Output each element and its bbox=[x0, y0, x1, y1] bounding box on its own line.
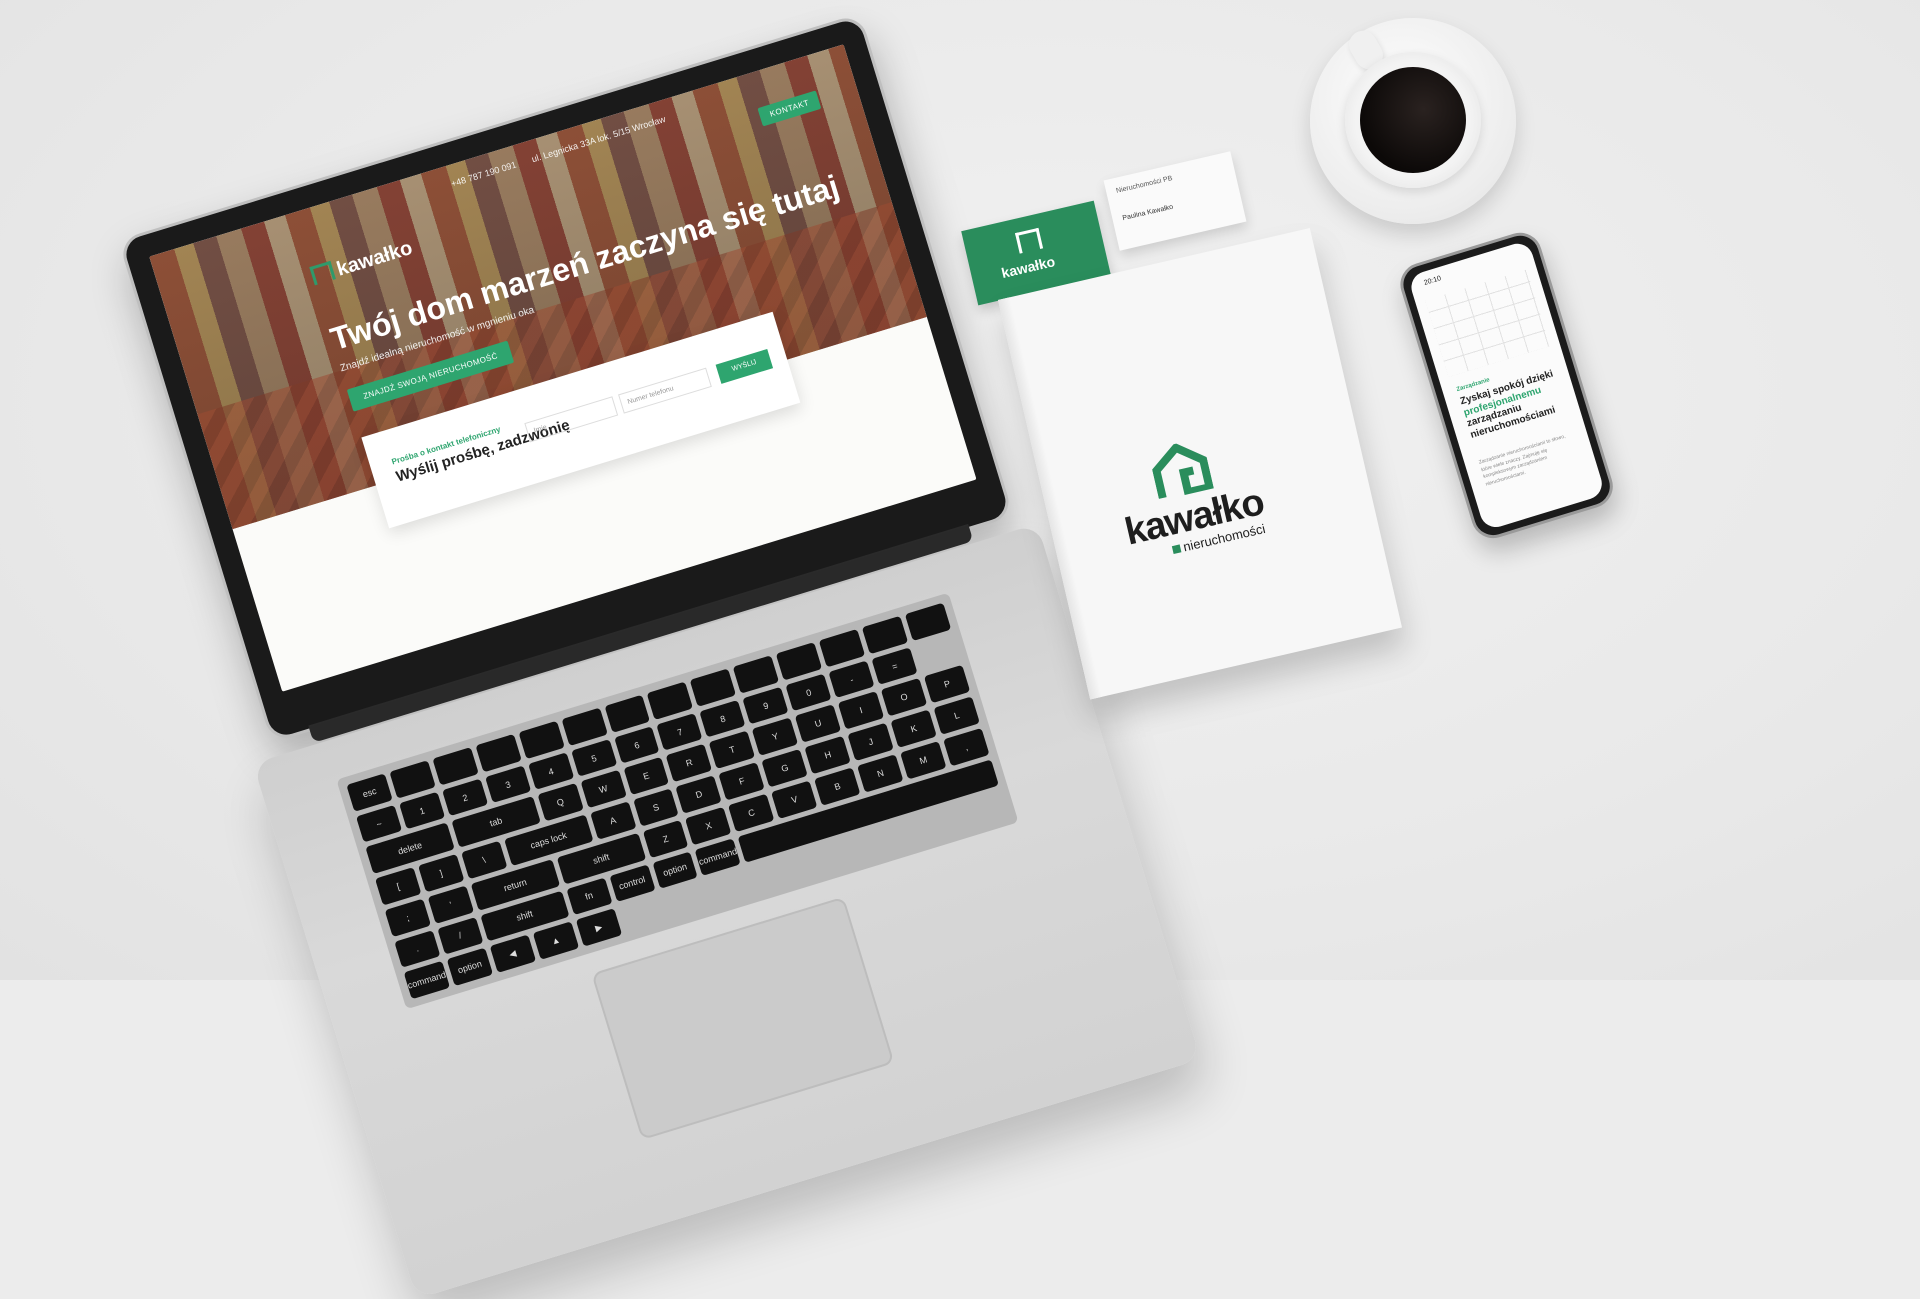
name-input[interactable]: Imię bbox=[524, 396, 619, 443]
keyboard-key bbox=[861, 615, 909, 654]
phone-body: Zarządzanie nieruchomościami to słowo, k… bbox=[1478, 433, 1567, 488]
card-name: Paulina Kawałko bbox=[1121, 203, 1174, 223]
website-logo[interactable]: kawałko bbox=[309, 235, 416, 289]
website-topbar: +48 787 190 091 ul. Legnicka 33A lok. 5/… bbox=[450, 110, 680, 189]
send-button[interactable]: WYŚLIJ bbox=[715, 348, 774, 384]
keyboard-key: M bbox=[900, 740, 947, 780]
website-logo-text: kawałko bbox=[334, 236, 416, 281]
nav-address: ul. Legnicka 33A lok. 5/15 Wrocław bbox=[530, 113, 667, 165]
keyboard-key: = bbox=[871, 647, 918, 686]
keyboard-key: Q bbox=[537, 783, 584, 822]
keyboard-key: W bbox=[580, 770, 627, 809]
keyboard-key: A bbox=[589, 801, 637, 840]
laptop: +48 787 190 091 ul. Legnicka 33A lok. 5/… bbox=[118, 6, 1201, 1299]
keyboard-key bbox=[432, 747, 479, 786]
keyboard-key: [ bbox=[375, 867, 422, 906]
keyboard-key: . bbox=[394, 929, 441, 968]
keyboard-key: , bbox=[943, 727, 990, 766]
phone-input[interactable]: Numer telefonu bbox=[618, 367, 712, 414]
keyboard-key: 9 bbox=[742, 686, 789, 725]
keyboard-key: F bbox=[718, 762, 766, 801]
keyboard-key: 3 bbox=[484, 765, 532, 804]
keyboard-key: ▲ bbox=[532, 921, 579, 960]
keyboard-key: 6 bbox=[613, 725, 660, 765]
keyboard-key: control bbox=[608, 864, 656, 903]
keyboard-key: ' bbox=[427, 885, 474, 924]
keyboard-key: J bbox=[847, 722, 894, 761]
phone-screen: 20:10 Zarządzanie Zyskaj spokój dzięki p… bbox=[1407, 239, 1606, 532]
phone-title: Zyskaj spokój dzięki profesjonalnemu zar… bbox=[1459, 368, 1568, 441]
keyboard-key: O bbox=[881, 678, 928, 717]
keyboard-key: 2 bbox=[441, 778, 489, 817]
keyboard-key: ▶ bbox=[575, 908, 622, 947]
business-card-white: Nieruchomości PB Paulina Kawałko bbox=[1103, 151, 1247, 251]
keyboard-key: R bbox=[666, 743, 713, 783]
keyboard-key bbox=[604, 694, 651, 733]
keyboard-key: E bbox=[623, 757, 670, 796]
green-square-icon bbox=[1171, 544, 1182, 554]
contact-button[interactable]: KONTAKT bbox=[757, 90, 822, 127]
keyboard-key: D bbox=[675, 775, 723, 814]
keyboard-key bbox=[775, 642, 823, 681]
card-company: Nieruchomości PB bbox=[1115, 175, 1174, 195]
keyboard-key: B bbox=[814, 767, 861, 806]
keyboard-key: K bbox=[890, 709, 937, 748]
keyboard-key bbox=[389, 760, 436, 799]
keyboard-key: ~ bbox=[355, 804, 403, 843]
brochure-logo: kawałko nieruchomości bbox=[1109, 428, 1271, 567]
keyboard-key bbox=[561, 707, 608, 746]
keyboard-key: Y bbox=[752, 717, 799, 756]
keyboard-key: L bbox=[933, 696, 980, 735]
keyboard-key: P bbox=[924, 665, 971, 704]
keyboard-key bbox=[733, 655, 780, 694]
keyboard-key bbox=[904, 602, 952, 641]
house-logo-icon bbox=[1015, 227, 1044, 254]
keyboard-key: T bbox=[709, 730, 756, 770]
keyboard-key: U bbox=[795, 704, 842, 743]
keyboard-key: S bbox=[632, 788, 680, 827]
nav-phone[interactable]: +48 787 190 091 bbox=[450, 160, 518, 189]
phone-time: 20:10 bbox=[1423, 275, 1443, 287]
keyboard-key: \ bbox=[460, 840, 508, 880]
keyboard-key bbox=[647, 681, 694, 720]
keyboard-key: Z bbox=[642, 819, 689, 858]
keyboard-key: 8 bbox=[699, 699, 746, 738]
keyboard-key: 4 bbox=[527, 752, 575, 791]
house-logo-icon bbox=[309, 260, 336, 286]
house-logo-icon bbox=[1152, 442, 1215, 499]
keyboard-key: option bbox=[446, 947, 493, 987]
keyboard-key: ◀ bbox=[489, 934, 536, 973]
keyboard-key: X bbox=[685, 806, 732, 845]
house-sketch-image bbox=[1425, 269, 1550, 377]
keyboard-key: 7 bbox=[656, 712, 703, 751]
keyboard-key: ; bbox=[384, 898, 431, 937]
keyboard-key: command bbox=[403, 961, 451, 1000]
smartphone: 20:10 Zarządzanie Zyskaj spokój dzięki p… bbox=[1395, 227, 1619, 544]
keyboard-key bbox=[518, 720, 565, 760]
keyboard-key: fn bbox=[566, 877, 613, 916]
keyboard-key bbox=[690, 668, 737, 707]
keyboard-key: 1 bbox=[398, 791, 446, 830]
keyboard-key: command bbox=[694, 837, 742, 877]
keyboard-key: G bbox=[761, 749, 808, 788]
keyboard-key: esc bbox=[346, 773, 393, 812]
card-logo-text: kawałko bbox=[999, 253, 1057, 282]
keyboard-key: - bbox=[828, 660, 875, 699]
keyboard-key: / bbox=[437, 916, 484, 955]
keyboard-key: C bbox=[728, 793, 775, 832]
keyboard-key: 0 bbox=[785, 673, 832, 712]
keyboard-key: H bbox=[804, 735, 851, 775]
keyboard-key bbox=[818, 628, 866, 668]
keyboard-key: 5 bbox=[570, 738, 618, 778]
keyboard-key: ] bbox=[417, 854, 465, 893]
keyboard-key: I bbox=[838, 691, 885, 730]
keyboard-key bbox=[475, 733, 522, 773]
keyboard-key: V bbox=[771, 780, 818, 819]
desk-scene: +48 787 190 091 ul. Legnicka 33A lok. 5/… bbox=[0, 0, 1920, 1299]
coffee-liquid bbox=[1360, 67, 1466, 173]
keyboard-key: N bbox=[857, 754, 904, 793]
keyboard-key: option bbox=[651, 850, 699, 890]
